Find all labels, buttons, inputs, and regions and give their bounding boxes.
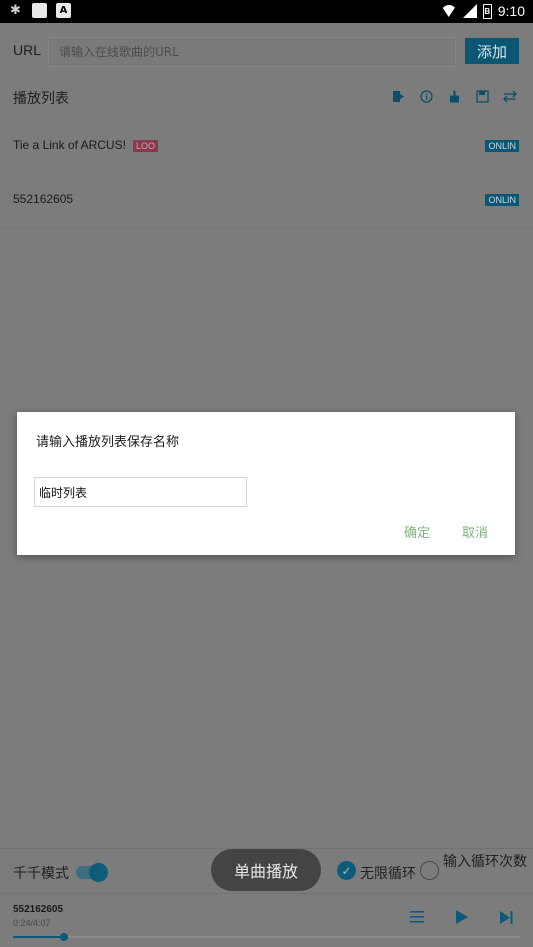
loop-badge: LOO	[132, 139, 158, 152]
online-badge: ONLIN	[485, 194, 519, 206]
toggle-knob	[89, 863, 108, 882]
playlist-title: 播放列表	[13, 91, 69, 107]
url-input[interactable]: 请输入在线歌曲的URL	[48, 37, 456, 67]
now-playing-time: 0:24/4:07	[13, 918, 51, 928]
import-icon[interactable]	[391, 89, 405, 103]
online-badge: ONLIN	[485, 140, 519, 152]
dialog-title: 请输入播放列表保存名称	[36, 435, 180, 450]
progress-bar[interactable]	[13, 933, 520, 941]
status-time: 9:10	[497, 3, 525, 19]
save-icon[interactable]	[475, 89, 489, 103]
song-title-text: Tie a Link of ARCUS!	[13, 138, 126, 152]
list-item[interactable]: Tie a Link of ARCUS! LOO ONLIN	[0, 120, 533, 174]
qianqian-mode-label: 千千模式	[13, 866, 69, 882]
status-bar: ✱ A B 9:10	[0, 0, 533, 23]
add-button[interactable]: 添加	[465, 38, 519, 64]
progress-knob[interactable]	[59, 933, 68, 941]
confirm-button[interactable]: 确定	[404, 522, 430, 541]
song-title: Tie a Link of ARCUS! LOO	[13, 138, 158, 152]
broom-icon[interactable]	[447, 89, 461, 103]
input-loop-radio[interactable]	[420, 861, 439, 880]
single-play-toast: 单曲播放	[211, 849, 321, 891]
qianqian-mode-toggle[interactable]	[76, 863, 108, 882]
input-loop-label[interactable]: 输入循环次数	[443, 854, 527, 870]
now-playing: 552162605 0:24/4:07	[0, 895, 533, 947]
signal-icon	[462, 4, 477, 18]
notification-square-icon	[32, 3, 47, 18]
notification-icons: ✱ A	[8, 3, 71, 18]
playlist-menu-icon[interactable]	[408, 908, 426, 926]
player-controls: 千千模式 单曲播放 ✓ 无限循环 输入循环次数 552162605 0:24/4…	[0, 848, 533, 947]
playlist-name-input[interactable]	[34, 477, 247, 507]
wifi-icon	[440, 5, 457, 17]
playlist-header: 播放列表	[0, 79, 533, 119]
battery-icon: B	[482, 3, 492, 19]
mode-row: 千千模式 单曲播放 ✓ 无限循环 输入循环次数	[0, 848, 533, 894]
now-playing-title: 552162605	[13, 904, 64, 915]
info-icon[interactable]	[419, 89, 433, 103]
infinite-loop-label[interactable]: 无限循环	[360, 863, 416, 883]
list-item[interactable]: 552162605 ONLIN	[0, 174, 533, 228]
swap-icon[interactable]	[503, 89, 517, 103]
play-icon[interactable]	[453, 908, 471, 926]
save-playlist-dialog: 请输入播放列表保存名称 确定 取消	[17, 412, 515, 555]
url-bar: URL 请输入在线歌曲的URL 添加	[0, 23, 533, 79]
playlist-toolbar	[391, 89, 517, 103]
url-label: URL	[13, 42, 42, 58]
progress-fill	[13, 936, 64, 938]
next-icon[interactable]	[497, 908, 515, 926]
infinite-loop-radio[interactable]: ✓	[337, 861, 356, 880]
song-title: 552162605	[13, 192, 74, 206]
app-a-icon: A	[56, 3, 71, 18]
cancel-button[interactable]: 取消	[462, 522, 488, 541]
system-icons: B 9:10	[440, 3, 525, 19]
wechat-icon: ✱	[10, 3, 21, 18]
